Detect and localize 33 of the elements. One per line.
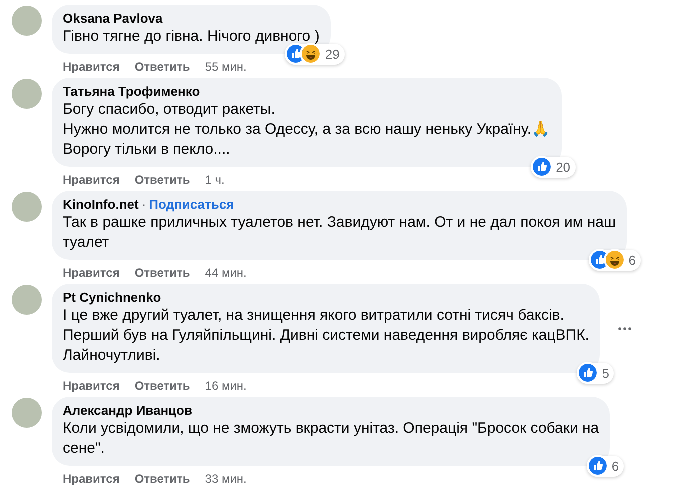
avatar-photo-placeholder[interactable]	[12, 79, 42, 109]
follow-link[interactable]: Подписаться	[149, 197, 234, 213]
comment-action-link[interactable]: Ответить	[134, 471, 190, 487]
avatar-photo-placeholder[interactable]	[12, 285, 42, 315]
reactions-badge[interactable]: 6	[586, 456, 624, 477]
more-options-icon[interactable]	[618, 326, 632, 330]
comment-action-link[interactable]: Ответить	[134, 378, 190, 394]
timestamp-link[interactable]: 1 ч.	[205, 172, 225, 188]
timestamp-link[interactable]: 16 мин.	[205, 378, 247, 394]
separator-dot: ·	[142, 197, 146, 213]
author-name-link[interactable]: Татьяна Трофименко	[63, 84, 200, 100]
reactions-badge[interactable]: 5	[577, 362, 614, 384]
comment-action-link[interactable]: Ответить	[134, 172, 190, 188]
reactions-badge[interactable]: 6	[588, 250, 641, 271]
comment-action-link[interactable]: Ответить	[134, 59, 190, 75]
author-name-link[interactable]: KinoInfo.net	[63, 197, 139, 213]
comment-action-link[interactable]: Нравится	[63, 471, 120, 487]
author-name-link[interactable]: Pt Cynichnenko	[63, 290, 162, 306]
avatar-photo-placeholder[interactable]	[12, 192, 42, 222]
author-name-link[interactable]: Oksana Pavlova	[63, 11, 163, 27]
reactions-badge[interactable]: 29	[285, 44, 345, 65]
comment-action-link[interactable]: Нравится	[63, 172, 120, 188]
avatar-photo-placeholder[interactable]	[12, 398, 42, 428]
avatar-photo-placeholder[interactable]	[12, 6, 42, 36]
author-name-link[interactable]: Александр Иванцов	[63, 403, 192, 419]
timestamp-link[interactable]: 33 мин.	[205, 471, 247, 487]
timestamp-link[interactable]: 44 мин.	[205, 265, 247, 281]
comment-action-link[interactable]: Ответить	[134, 265, 190, 281]
comment-action-link[interactable]: Нравится	[63, 378, 120, 394]
reactions-badge[interactable]: 20	[531, 156, 576, 178]
comment-action-link[interactable]: Нравится	[63, 265, 120, 281]
comment-action-link[interactable]: Нравится	[63, 59, 120, 75]
timestamp-link[interactable]: 55 мин.	[205, 59, 247, 75]
